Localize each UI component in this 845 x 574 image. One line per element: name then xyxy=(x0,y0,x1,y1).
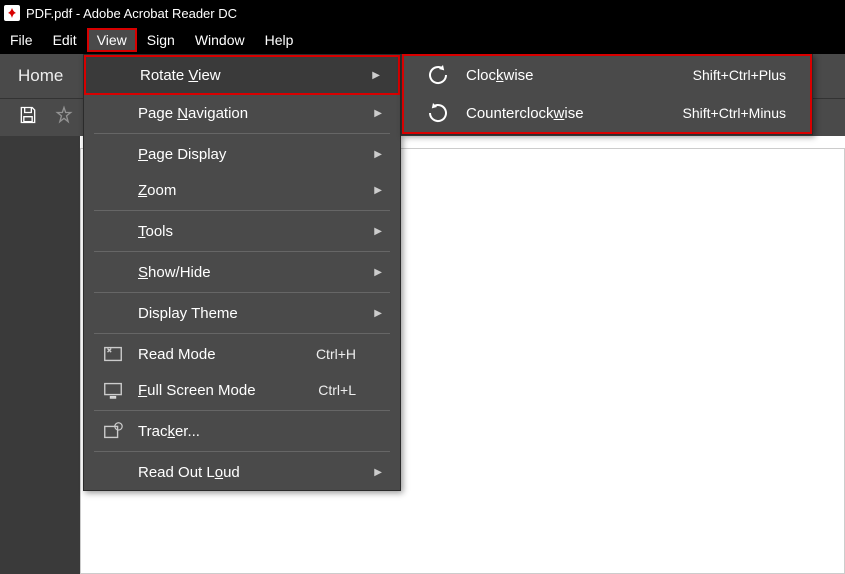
view-menu: Rotate View ▶ Rotate View NavigationPage… xyxy=(83,54,401,491)
tracker-icon xyxy=(102,420,124,442)
submenu-arrow-icon: ▶ xyxy=(372,70,380,81)
menu-window[interactable]: Window xyxy=(185,28,255,52)
menu-file[interactable]: File xyxy=(0,28,43,52)
acrobat-icon xyxy=(4,5,20,21)
menu-full-screen[interactable]: Full Screen Mode Ctrl+L Full Screen Mode xyxy=(84,372,400,408)
print-icon[interactable] xyxy=(54,105,74,130)
menu-show-hide[interactable]: Show/Hide ▶ Show/Hide xyxy=(84,254,400,290)
home-button[interactable]: Home xyxy=(0,66,81,86)
rotate-view-submenu: Clockwise Shift+Ctrl+Plus Clockwise Coun… xyxy=(401,54,813,135)
menu-display-theme[interactable]: Display Theme ▶ xyxy=(84,295,400,331)
menu-view[interactable]: View xyxy=(87,28,137,52)
menu-rotate-view[interactable]: Rotate View ▶ Rotate View xyxy=(84,55,400,95)
menu-zoom[interactable]: Zoom ▶ Zoom xyxy=(84,172,400,208)
submenu-clockwise[interactable]: Clockwise Shift+Ctrl+Plus Clockwise xyxy=(404,56,810,94)
save-icon[interactable] xyxy=(18,105,38,130)
read-mode-icon xyxy=(102,343,124,365)
menu-page-navigation[interactable]: NavigationPage Navigation ▶ Page Navigat… xyxy=(84,95,400,131)
submenu-counterclockwise[interactable]: Counterclockwise Shift+Ctrl+Minus Counte… xyxy=(404,94,810,132)
menu-tracker[interactable]: Tracker... Tracker... xyxy=(84,413,400,449)
menu-edit[interactable]: Edit xyxy=(43,28,87,52)
menu-tools[interactable]: Tools ▶ Tools xyxy=(84,213,400,249)
fullscreen-icon xyxy=(102,379,124,401)
menu-read-mode[interactable]: Read Mode Ctrl+H xyxy=(84,336,400,372)
separator xyxy=(94,133,390,134)
menubar: File Edit View Sign Window Help xyxy=(0,26,845,54)
window-title: PDF.pdf - Adobe Acrobat Reader DC xyxy=(26,6,237,21)
clockwise-icon xyxy=(426,63,450,87)
shortcut-label: Ctrl+H xyxy=(316,346,356,362)
menu-page-display[interactable]: Page Display ▶ Page Display xyxy=(84,136,400,172)
menu-help[interactable]: Help xyxy=(255,28,304,52)
menu-sign[interactable]: Sign xyxy=(137,28,185,52)
titlebar: PDF.pdf - Adobe Acrobat Reader DC xyxy=(0,0,845,26)
counterclockwise-icon xyxy=(426,101,450,125)
menu-read-out-loud[interactable]: Read Out Loud ▶ Read Out Loud xyxy=(84,454,400,490)
